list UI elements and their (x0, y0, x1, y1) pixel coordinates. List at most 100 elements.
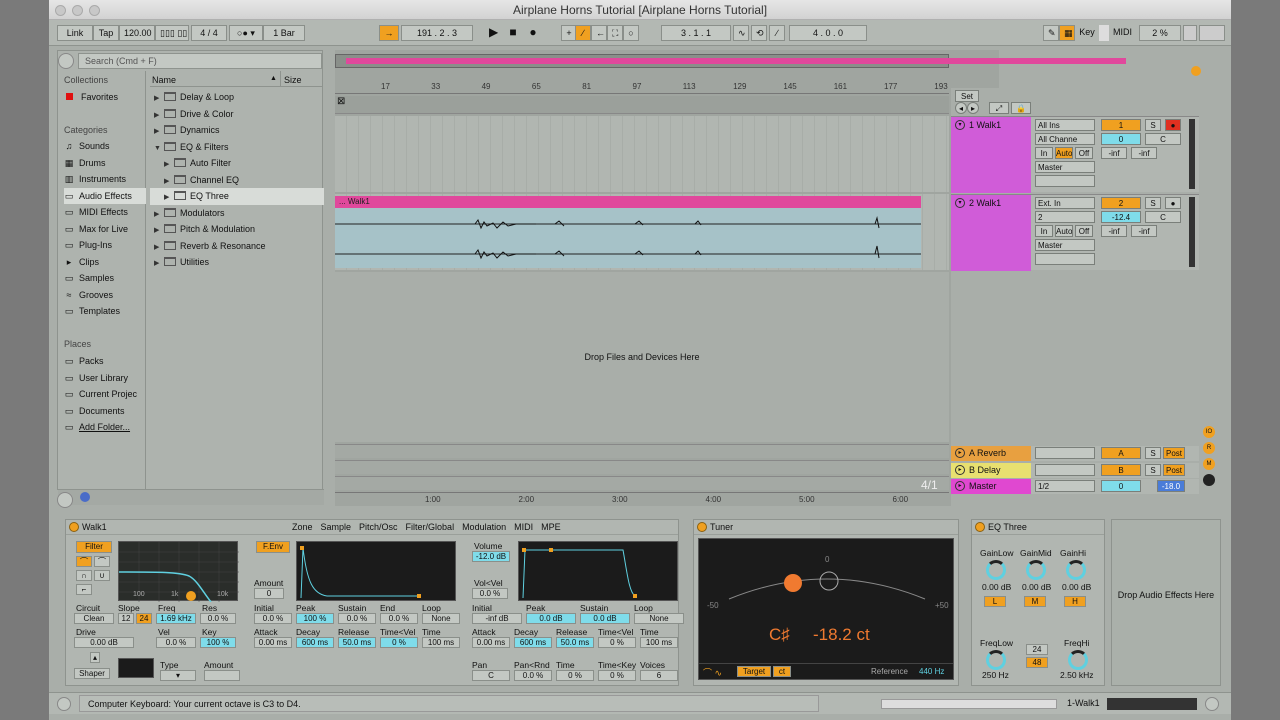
input-channel-select[interactable]: 2 (1035, 211, 1095, 223)
return-solo-button[interactable]: S (1145, 447, 1161, 459)
param-value[interactable]: 0.00 ms (472, 637, 510, 648)
song-position-field[interactable]: 191 . 2 . 3 (401, 25, 473, 41)
lowpass-icon[interactable]: ⌒ (76, 556, 92, 567)
track-volume[interactable]: -12.4 (1101, 211, 1141, 223)
eq-band-toggle[interactable]: L (984, 596, 1006, 607)
freq-field[interactable]: 1.69 kHz (156, 613, 196, 624)
volume-field[interactable]: -12.0 dB (472, 551, 510, 562)
favorites-item[interactable]: Favorites (66, 92, 118, 102)
io-toggle-icon[interactable]: IO (1203, 426, 1215, 438)
cue-out-select[interactable]: 1/2 (1035, 480, 1095, 492)
param-value[interactable]: 600 ms (514, 637, 552, 648)
tempo-field[interactable]: 120.00 (119, 25, 155, 41)
monitor-auto-button[interactable]: Auto (1055, 147, 1073, 159)
vel-field[interactable]: 0.0 % (156, 637, 196, 648)
keyboard-mode-icon[interactable]: ▦ (1059, 25, 1075, 41)
output-channel-select[interactable] (1035, 253, 1095, 265)
freqlow-knob[interactable] (986, 650, 1006, 670)
category-item[interactable]: ▭ Audio Effects (64, 187, 146, 204)
param-value[interactable]: 0.0 % (338, 613, 376, 624)
param-value[interactable]: 50.0 ms (556, 637, 594, 648)
punch-in-icon[interactable]: ∿ (733, 25, 749, 41)
browser-item[interactable]: ▶ Pitch & Modulation (150, 221, 324, 238)
tap-tempo-button[interactable]: Tap (93, 25, 119, 41)
param-value[interactable]: 0.0 % (514, 670, 552, 681)
return-name[interactable]: Master (969, 481, 997, 491)
tab-zone[interactable]: Zone (292, 522, 313, 532)
return-activator[interactable]: A (1101, 447, 1141, 459)
browser-item[interactable]: ▶ Dynamics (150, 122, 324, 139)
return-b-lane[interactable] (335, 460, 949, 474)
track-name[interactable]: 2 Walk1 (969, 198, 1001, 208)
circuit-select[interactable]: Clean (74, 613, 114, 624)
track-2-lane[interactable]: ... Walk1 (335, 194, 949, 270)
place-item[interactable]: ▭ Documents (64, 403, 146, 420)
lock-icon[interactable]: 🔒 (1011, 102, 1031, 114)
loop-start-field[interactable]: 3 . 1 . 1 (661, 25, 731, 41)
track-name[interactable]: 1 Walk1 (969, 120, 1001, 130)
solo-button[interactable]: S (1145, 119, 1161, 131)
key-map-button[interactable]: Key (1075, 25, 1099, 41)
set-button[interactable]: Set (955, 90, 979, 102)
browser-toggle-icon[interactable] (58, 53, 74, 69)
param-value[interactable]: 0 % (380, 637, 418, 648)
shaper-amount-field[interactable] (204, 670, 240, 681)
filter-toggle-button[interactable]: Filter (76, 541, 112, 553)
size-column-header[interactable]: Size (284, 75, 302, 85)
draw-mode-icon[interactable]: ✎ (1043, 25, 1059, 41)
crossfader-toggle-icon[interactable] (1203, 474, 1215, 486)
browser-item[interactable]: ▶ Reverb & Resonance (150, 238, 324, 255)
capture-icon[interactable]: ⛶ (607, 25, 623, 41)
return-post-button[interactable]: Post (1163, 447, 1185, 459)
key-field[interactable]: 100 % (200, 637, 236, 648)
input-channel-select[interactable]: All Channe (1035, 133, 1095, 145)
output-select[interactable]: Master (1035, 239, 1095, 251)
type-select[interactable]: ▾ (160, 670, 196, 681)
play-button[interactable]: ▶ (485, 25, 501, 41)
eq-band-toggle[interactable]: M (1024, 596, 1046, 607)
link-button[interactable]: Link (57, 25, 93, 41)
drop-effects-area[interactable]: Drop Audio Effects Here (1111, 519, 1221, 686)
time-ruler[interactable]: 1:00 2:00 3:00 4:00 5:00 6:00 (335, 492, 949, 506)
track-menu-icon[interactable] (1191, 66, 1201, 76)
category-item[interactable]: ▥ Instruments (64, 171, 146, 188)
place-item[interactable]: ▭ User Library (64, 370, 146, 387)
category-item[interactable]: ▭ Plug-Ins (64, 237, 146, 254)
return-name[interactable]: A Reverb (969, 448, 1006, 458)
param-value[interactable]: 50.0 ms (338, 637, 376, 648)
name-column-header[interactable]: Name (152, 75, 176, 85)
param-value[interactable]: 0.00 ms (254, 637, 292, 648)
return-post-button[interactable]: Post (1163, 463, 1185, 476)
output-select[interactable]: Master (1035, 161, 1095, 173)
zoom-window-button[interactable] (89, 5, 100, 16)
loop-length-field[interactable]: 4 . 0 . 0 (789, 25, 867, 41)
param-value[interactable]: None (422, 613, 460, 624)
category-item[interactable]: ▭ Max for Live (64, 221, 146, 238)
input-type-select[interactable]: Ext. In (1035, 197, 1095, 209)
overview-toggle-icon[interactable] (57, 492, 73, 508)
place-item[interactable]: ▭ Add Folder... (64, 419, 146, 436)
category-item[interactable]: ♫ Sounds (64, 138, 146, 155)
param-value[interactable]: None (634, 613, 684, 624)
track-1-lane[interactable] (335, 116, 949, 192)
filter-type-buttons[interactable]: ⌒ ⌒ ∩ ∪ ⌐ (76, 556, 112, 604)
param-value[interactable]: C (472, 670, 510, 681)
sort-icon[interactable]: ▲ (270, 75, 277, 82)
param-value[interactable]: 0.0 % (254, 613, 292, 624)
browser-item[interactable]: ▶ Delay & Loop (150, 89, 324, 106)
shaper-expand-icon[interactable]: ▴ (90, 652, 100, 663)
monitor-auto-button[interactable]: Auto (1055, 225, 1073, 237)
param-value[interactable]: 0 % (598, 670, 636, 681)
sends-toggle-icon[interactable]: R (1203, 442, 1215, 454)
automation-arm-icon[interactable]: ∕ (575, 25, 591, 41)
input-type-select[interactable]: All Ins (1035, 119, 1095, 131)
session-record-icon[interactable]: ○ (623, 25, 639, 41)
return-fold-icon[interactable]: ▸ (955, 448, 965, 458)
track-pan[interactable]: C (1145, 133, 1181, 145)
loop-switch-icon[interactable]: ⟲ (751, 25, 767, 41)
monitor-in-button[interactable]: In (1035, 147, 1053, 159)
param-value[interactable]: 0 % (556, 670, 594, 681)
browser-item[interactable]: ▶ EQ Three (150, 188, 324, 205)
solo-button[interactable]: S (1145, 197, 1161, 209)
back-to-arrangement-icon[interactable]: ← (591, 25, 607, 41)
